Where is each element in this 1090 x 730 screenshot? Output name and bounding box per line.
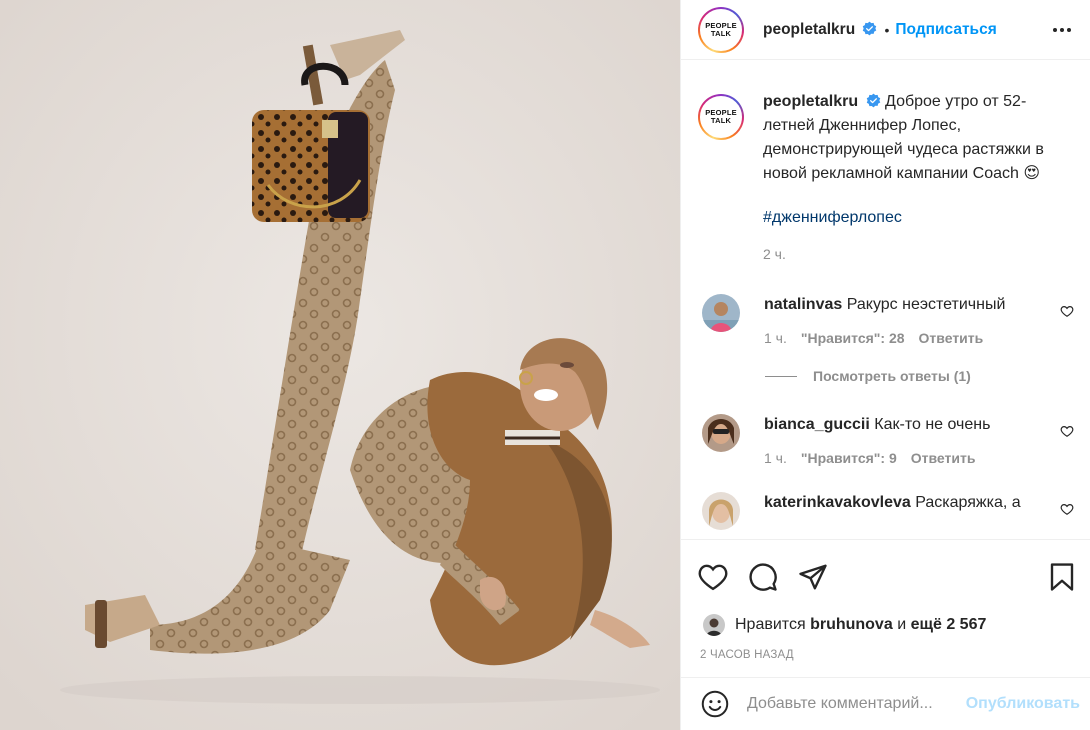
caption-body: peopletalkru Доброе утро от 52-летней Дж… [763,90,1073,266]
caption-avatar-inner: PEOPLE TALK [700,96,742,138]
commenter-avatar[interactable] [702,294,740,332]
verified-badge-icon [862,21,877,36]
comment-body: bianca_guccii Как-то не очень 1 ч. "Нрав… [764,414,1074,466]
comment-text: Ракурс неэстетичный [846,296,1006,313]
caption-author-avatar[interactable]: PEOPLE TALK [698,94,744,140]
comment-time[interactable]: 1 ч. [764,330,787,346]
view-replies-button[interactable]: Посмотреть ответы (1) [765,368,1090,384]
comment-body: natalinvas Ракурс неэстетичный 1 ч. "Нра… [764,294,1074,346]
post-timestamp[interactable]: 2 ЧАСОВ НАЗАД [681,637,1090,677]
bookmark-icon[interactable] [1044,559,1080,595]
comment-text-line: bianca_guccii Как-то не очень [764,414,1074,436]
comment-text-line: natalinvas Ракурс неэстетичный [764,294,1074,316]
instagram-post: PEOPLE TALK peopletalkru • Подписаться P… [0,0,1090,730]
likes-prefix: Нравится [735,616,806,633]
author-avatar[interactable]: PEOPLE TALK [698,6,744,53]
photo-illustration [0,0,680,730]
commenter-username[interactable]: bianca_guccii [764,416,870,433]
likes-summary: Нравится bruhunova и ещё 2 567 [681,613,1090,637]
caption-verified-badge-icon [866,93,881,108]
liker-avatar[interactable] [703,614,725,636]
post-header: PEOPLE TALK peopletalkru • Подписаться [681,0,1090,60]
commenter-username[interactable]: natalinvas [764,296,842,313]
follow-button[interactable]: Подписаться [895,21,996,39]
replies-line-divider [765,375,797,377]
caption-avatar-logo-line2: TALK [710,116,732,125]
comment-input[interactable] [747,695,966,713]
separator-dot: • [884,21,890,38]
comment-item: bianca_guccii Как-то не очень 1 ч. "Нрав… [681,414,1090,466]
comment-like-heart-icon[interactable] [1060,304,1074,318]
comment-item: natalinvas Ракурс неэстетичный 1 ч. "Нра… [681,294,1090,346]
reply-button[interactable]: Ответить [911,450,976,466]
post-photo[interactable] [0,0,681,730]
heart-icon[interactable] [695,559,731,595]
add-comment-bar: Опубликовать [681,677,1090,730]
author-username[interactable]: peopletalkru [763,21,877,39]
likes-user-link[interactable]: bruhunova [810,616,893,634]
likes-middle: и [897,616,907,633]
comment-text-line: katerinkavakovleva Раскаряжка, а [764,492,1074,514]
comments-list[interactable]: PEOPLE TALK peopletalkru Доброе утро от … [681,60,1090,539]
comment-time[interactable]: 1 ч. [764,450,787,466]
commenter-avatar[interactable] [702,492,740,530]
caption-username[interactable]: peopletalkru [763,93,858,110]
action-bar [681,539,1090,613]
comment-text: Как-то не очень [874,416,991,433]
comment-icon[interactable] [745,559,781,595]
emoji-smile-icon[interactable] [699,688,731,720]
paper-plane-icon[interactable] [795,559,831,595]
reply-button[interactable]: Ответить [919,330,984,346]
comment-like-heart-icon[interactable] [1060,424,1074,438]
caption-time[interactable]: 2 ч. [763,242,1073,266]
commenter-username[interactable]: katerinkavakovleva [764,494,911,511]
author-avatar-inner: PEOPLE TALK [700,8,742,51]
caption-hashtag-link[interactable]: #дженниферлопес [763,206,1073,230]
comment-meta: 1 ч. "Нравится": 9 Ответить [764,450,1074,466]
author-username-text[interactable]: peopletalkru [763,21,855,38]
view-replies-label[interactable]: Посмотреть ответы (1) [813,368,971,384]
comment-like-heart-icon[interactable] [1060,502,1074,516]
comment-likes-count[interactable]: "Нравится": 28 [801,330,905,346]
commenter-avatar[interactable] [702,414,740,452]
avatar-logo-line2: TALK [710,28,732,38]
post-sidebar: PEOPLE TALK peopletalkru • Подписаться P… [681,0,1090,730]
publish-button[interactable]: Опубликовать [966,695,1080,713]
comment-meta: 1 ч. "Нравится": 28 Ответить [764,330,1074,346]
comment-text: Раскаряжка, а [915,494,1021,511]
more-horizontal-icon[interactable] [1050,18,1074,42]
comment-item: katerinkavakovleva Раскаряжка, а [681,492,1090,530]
comment-body: katerinkavakovleva Раскаряжка, а [764,492,1074,530]
post-caption: PEOPLE TALK peopletalkru Доброе утро от … [681,60,1090,266]
likes-count-link[interactable]: ещё 2 567 [911,616,987,634]
comment-likes-count[interactable]: "Нравится": 9 [801,450,897,466]
